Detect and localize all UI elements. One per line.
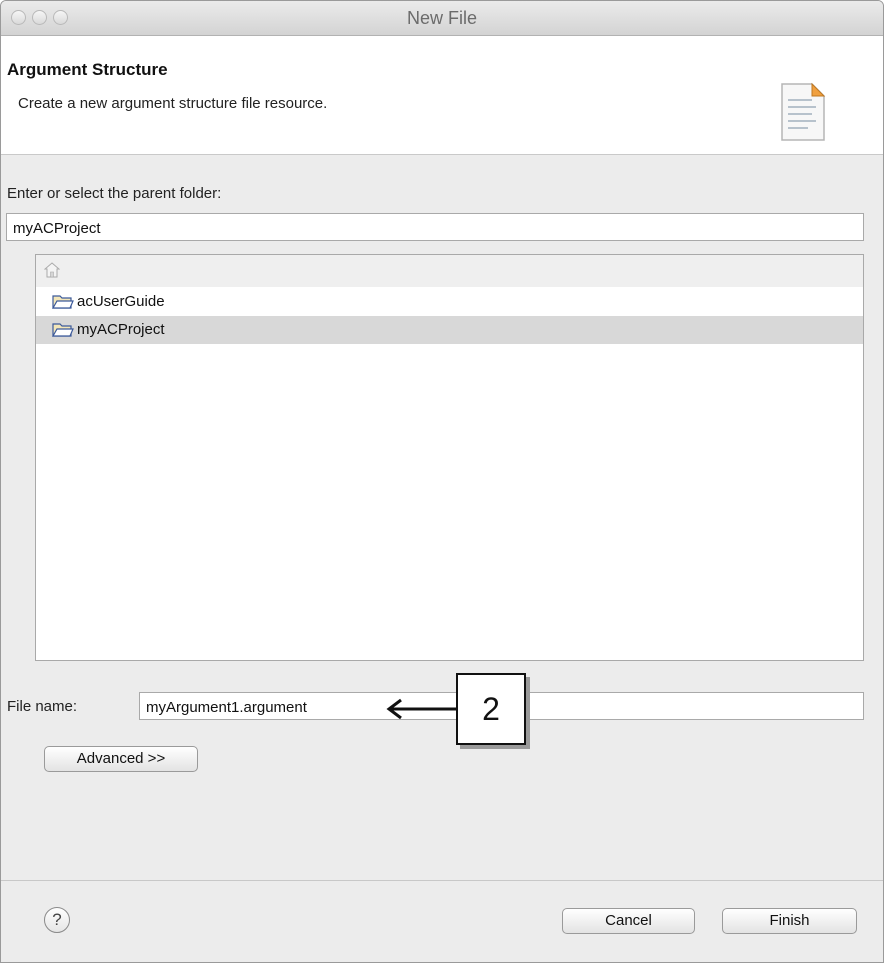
home-icon[interactable] [44,262,60,279]
title-bar: New File [1,1,883,36]
tree-item-myacproject[interactable]: myACProject [36,316,863,344]
callout-arrow [386,698,457,720]
cancel-button[interactable]: Cancel [562,908,695,934]
window-title: New File [406,8,477,28]
parent-folder-input[interactable]: myACProject [6,213,864,241]
folder-icon [52,323,74,337]
tree-item-acuserguide[interactable]: acUserGuide [36,288,863,316]
help-icon[interactable]: ? [44,907,70,933]
wizard-description: Create a new argument structure file res… [18,95,328,112]
new-file-dialog: New File Argument Structure Create a new… [0,0,884,963]
advanced-button[interactable]: Advanced >> [44,746,198,772]
parent-folder-label: Enter or select the parent folder: [7,185,222,202]
tree-toolbar [36,255,863,287]
wizard-title: Argument Structure [7,60,168,79]
footer-divider [1,880,883,881]
new-document-icon [781,82,826,141]
wizard-header: Argument Structure Create a new argument… [1,36,883,155]
finish-button[interactable]: Finish [722,908,857,934]
tree-item-label: acUserGuide [77,293,165,310]
folder-icon [52,295,74,309]
file-name-label: File name: [7,698,78,715]
step-callout: 2 [456,673,526,745]
folder-tree[interactable]: acUserGuide myACProject [35,254,864,661]
tree-item-label: myACProject [77,321,165,338]
